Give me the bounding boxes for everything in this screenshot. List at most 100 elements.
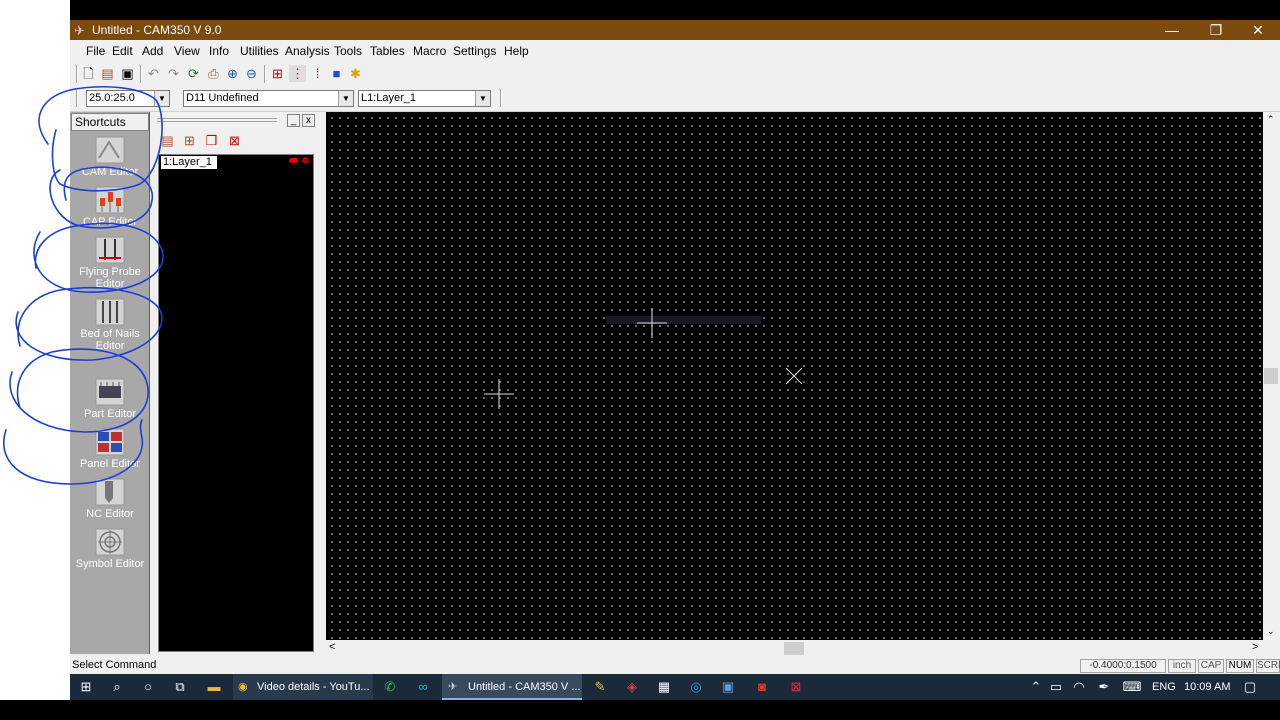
redraw-icon[interactable]: ⟳ xyxy=(185,65,202,82)
layer-color-icon[interactable]: ■ xyxy=(328,65,345,82)
drawing-canvas[interactable] xyxy=(326,112,1263,640)
layer-open-icon[interactable]: ▤ xyxy=(159,132,176,149)
windows-start-icon[interactable]: ⊞ xyxy=(76,677,96,697)
pinned-app-icon[interactable]: ⊠ xyxy=(786,677,806,697)
panel-grip[interactable] xyxy=(157,118,277,122)
scroll-up-icon[interactable]: ⌃ xyxy=(1267,114,1275,125)
file-explorer-icon[interactable]: ▬ xyxy=(204,677,224,697)
highlight-icon[interactable]: ✱ xyxy=(347,65,364,82)
shortcut-cam-editor[interactable]: CAM Editor xyxy=(70,136,150,178)
scroll-left-icon[interactable]: < xyxy=(329,641,335,653)
minimize-button[interactable]: — xyxy=(1152,20,1192,40)
shortcut-label: Part Editor xyxy=(84,408,136,420)
undo-icon[interactable]: ↶ xyxy=(145,65,162,82)
bed-of-nails-icon xyxy=(95,298,125,326)
horizontal-scroll-thumb[interactable] xyxy=(784,642,804,655)
open-file-icon[interactable]: ▤ xyxy=(99,65,116,82)
toolbar-separator xyxy=(76,65,78,83)
language-indicator[interactable]: ENG xyxy=(1152,674,1176,700)
pinned-app-icon[interactable]: ◈ xyxy=(622,677,642,697)
grid-dots-icon[interactable]: ⁞ xyxy=(309,65,326,82)
whatsapp-icon[interactable]: ✆ xyxy=(380,677,400,697)
crosshair-cursor xyxy=(637,308,667,338)
menu-file[interactable]: File xyxy=(86,44,105,58)
panel-close-button[interactable]: x xyxy=(302,114,315,127)
layer-color-swatch[interactable] xyxy=(289,158,298,163)
menu-add[interactable]: Add xyxy=(142,44,163,58)
taskbar-label: Untitled - CAM350 V ... xyxy=(468,681,581,693)
chevron-up-icon[interactable]: ⌃ xyxy=(1026,677,1046,697)
vertical-scrollbar[interactable]: ⌃ ⌄ xyxy=(1263,112,1280,640)
chevron-down-icon[interactable]: ▼ xyxy=(338,91,353,106)
menu-analysis[interactable]: Analysis xyxy=(285,44,330,58)
pen-icon[interactable]: ✒ xyxy=(1094,677,1114,697)
redo-icon[interactable]: ↷ xyxy=(165,65,182,82)
menu-macro[interactable]: Macro xyxy=(413,44,446,58)
wifi-icon[interactable]: ◠ xyxy=(1069,677,1089,697)
menu-tables[interactable]: Tables xyxy=(370,44,405,58)
keyboard-icon[interactable]: ⌨ xyxy=(1122,677,1142,697)
chevron-down-icon[interactable]: ▼ xyxy=(475,91,490,106)
pinned-app-icon[interactable]: ✎ xyxy=(590,677,610,697)
status-bar: Select Command -0.4000:0.1500 inch CAP N… xyxy=(70,658,1280,674)
menu-info[interactable]: Info xyxy=(209,44,229,58)
save-icon[interactable]: ▣ xyxy=(119,65,136,82)
layer-item[interactable]: 1:Layer_1 xyxy=(161,156,217,169)
task-view-icon[interactable]: ⧉ xyxy=(170,677,190,697)
grid-icon[interactable]: ⋮ xyxy=(289,65,306,82)
pinned-app-icon[interactable]: ◎ xyxy=(686,677,706,697)
notification-icon[interactable]: ▢ xyxy=(1240,677,1260,697)
canvas-overlay xyxy=(484,308,803,409)
clock[interactable]: 10:09 AM xyxy=(1184,674,1230,700)
chevron-down-icon[interactable]: ▼ xyxy=(154,91,169,106)
print-icon[interactable]: ⎙ xyxy=(205,65,222,82)
menu-tools[interactable]: Tools xyxy=(334,44,362,58)
menu-view[interactable]: View xyxy=(174,44,200,58)
combo-bar: 25.0:25.0 ▼ D11 Undefined ▼ L1:Layer_1 ▼ xyxy=(70,86,1280,112)
restore-button[interactable]: ❐ xyxy=(1196,20,1236,40)
horizontal-scrollbar[interactable]: < > xyxy=(326,640,1263,657)
new-file-icon[interactable]: 🗋 xyxy=(80,65,97,82)
arduino-icon[interactable]: ∞ xyxy=(413,677,433,697)
taskbar-cam350-window[interactable]: ✈ Untitled - CAM350 V ... xyxy=(442,674,582,700)
shortcut-label: NC Editor xyxy=(86,508,134,520)
layer-select[interactable]: L1:Layer_1 ▼ xyxy=(358,90,491,107)
battery-icon[interactable]: ▭ xyxy=(1046,677,1066,697)
zoom-out-icon[interactable]: ⊖ xyxy=(243,65,260,82)
layer-delete-icon[interactable]: ⊠ xyxy=(226,132,243,149)
shortcut-symbol-editor[interactable]: Symbol Editor xyxy=(70,528,150,570)
app-icon: ✈ xyxy=(74,23,85,38)
canvas-area: ⌃ ⌄ < > xyxy=(326,112,1280,658)
num-indicator: NUM xyxy=(1226,659,1254,673)
shortcut-nc-editor[interactable]: NC Editor xyxy=(70,478,150,520)
shortcut-cap-editor[interactable]: CAP Editor xyxy=(70,186,150,228)
shortcut-panel-editor[interactable]: Panel Editor xyxy=(70,428,150,470)
pinned-app-icon[interactable]: ▣ xyxy=(718,677,738,697)
shortcut-flying-probe-editor[interactable]: Flying Probe Editor xyxy=(70,236,150,290)
search-icon[interactable]: ⌕ xyxy=(107,677,127,697)
shortcuts-header[interactable]: Shortcuts xyxy=(71,113,149,131)
shortcut-bed-of-nails-editor[interactable]: Bed of Nails Editor xyxy=(70,298,150,352)
dcode-select[interactable]: D11 Undefined ▼ xyxy=(183,90,354,107)
snap-icon[interactable]: ⊞ xyxy=(269,65,286,82)
vertical-scroll-thumb[interactable] xyxy=(1264,368,1278,384)
menu-edit[interactable]: Edit xyxy=(112,44,133,58)
scroll-right-icon[interactable]: > xyxy=(1252,641,1258,653)
layer-visibility-icon[interactable] xyxy=(302,157,309,164)
panel-minimize-button[interactable]: _ xyxy=(287,114,300,127)
zoom-in-icon[interactable]: ⊕ xyxy=(224,65,241,82)
taskbar-chrome-window[interactable]: ◉ Video details - YouTu... xyxy=(233,674,373,700)
scroll-down-icon[interactable]: ⌄ xyxy=(1267,626,1275,637)
menu-utilities[interactable]: Utilities xyxy=(240,44,279,58)
close-button[interactable]: ✕ xyxy=(1238,20,1278,40)
toolbar-separator xyxy=(264,65,266,83)
layer-copy-icon[interactable]: ❐ xyxy=(203,132,220,149)
grid-size-select[interactable]: 25.0:25.0 ▼ xyxy=(86,90,170,107)
cortana-icon[interactable]: ○ xyxy=(138,677,158,697)
menu-help[interactable]: Help xyxy=(504,44,529,58)
menu-settings[interactable]: Settings xyxy=(453,44,496,58)
pinned-app-icon[interactable]: ◙ xyxy=(752,677,772,697)
calculator-icon[interactable]: ▦ xyxy=(654,677,674,697)
layer-add-icon[interactable]: ⊞ xyxy=(181,132,198,149)
shortcut-part-editor[interactable]: Part Editor xyxy=(70,378,150,420)
